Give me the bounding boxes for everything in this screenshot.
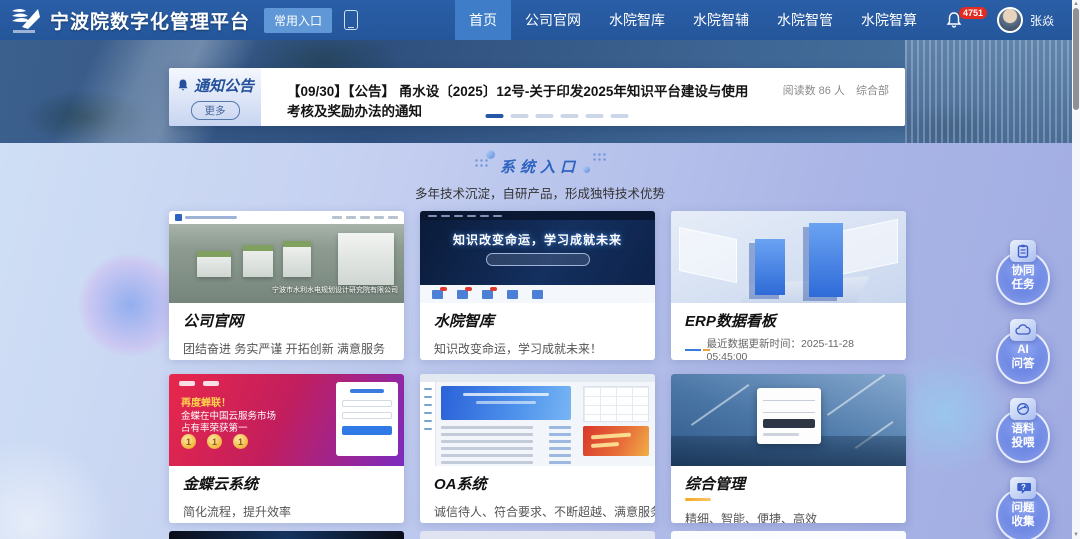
ai-cloud-icon [1010,319,1036,341]
notice-bar: 通知公告 更多 【09/30】【公告】 甬水设〔2025〕12号-关于印发202… [169,68,905,126]
issue-collect-button[interactable]: ? 问题 收集 [996,488,1050,539]
card-oa-system[interactable]: OA系统 诚信待人、符合要求、不断超越、满意服务 [420,374,655,523]
user-avatar[interactable] [997,7,1023,33]
card-erp-thumbnail [671,211,906,303]
card-company-site-thumbnail: 宁波市水利水电规划设计研究院有限公司 [169,211,404,303]
card-kingdee-cloud[interactable]: 再度蝉联！ 金蝶在中国云服务市场 占有率荣获第一 111 金蝶云系统 简化流程，… [169,374,404,523]
section-title: 系统入口 [474,156,606,177]
card-title: 综合管理 [685,473,892,494]
card-general-management-thumbnail [671,374,906,466]
card-erp-dashboard[interactable]: ERP数据看板 最近数据更新时间：2025-11-28 05:45:00 洞察经… [671,211,906,360]
nav-item-home[interactable]: 首页 [455,0,511,40]
collab-tasks-button[interactable]: 协同 任务 [996,251,1050,305]
card-kingdee-thumbnail: 再度蝉联！ 金蝶在中国云服务市场 占有率荣获第一 111 [169,374,404,466]
scrollbar-up-arrow[interactable]: ▲ [1072,0,1080,8]
notice-department: 综合部 [856,85,889,97]
carousel-dot[interactable] [561,114,579,118]
notice-meta: 阅读数 86 人 综合部 [775,82,889,98]
nav-item-zhiku[interactable]: 水院智库 [595,0,679,40]
notice-main: 【09/30】【公告】 甬水设〔2025〕12号-关于印发2025年知识平台建设… [261,68,905,126]
page-scrollbar: ▲ ▼ [1072,0,1080,539]
thumbnail-caption: 宁波市水利水电规划设计研究院有限公司 [272,285,398,295]
card-title: OA系统 [434,473,641,494]
clipboard-icon [1010,240,1036,262]
notice-panel-title: 通知公告 [194,75,254,96]
card-description: 诚信待人、符合要求、不断超越、满意服务 [434,503,641,520]
card-description: 团结奋进 务实严谨 开拓创新 满意服务 [183,340,390,357]
thumbnail-search-bar [486,253,590,266]
card-update-time: 最近数据更新时间：2025-11-28 05:45:00 [685,336,892,360]
card-description: 知识改变命运，学习成就未来！ [434,340,641,357]
hero-buildings-texture [905,40,1080,143]
scrollbar-thumb[interactable] [1073,8,1079,110]
notice-read-count: 阅读数 86 人 [783,85,845,97]
section-subtitle: 多年技术沉淀，自研产品，形成独特技术优势 [0,183,1080,202]
svg-text:?: ? [1021,483,1026,492]
portal-page: 宁波院数字化管理平台 常用入口 首页 公司官网 水院智库 水院智辅 水院智管 水… [0,0,1080,539]
medal-icons: 111 [181,434,248,449]
card-general-management[interactable]: 综合管理 精细、智能、便捷、高效 [671,374,906,523]
deco-ball-icon [486,150,495,159]
ai-qa-button[interactable]: AI 问答 [996,330,1050,384]
card-description: 精细、智能、便捷、高效 [685,510,892,523]
carousel-dot[interactable] [511,114,529,118]
thumbnail-slogan-line: 再度蝉联！ [181,394,231,409]
card-description: 简化流程，提升效率 [183,503,390,520]
main-navigation: 首页 公司官网 水院智库 水院智辅 水院智管 水院智算 [455,0,931,40]
card-title: 水院智库 [434,310,641,331]
carousel-dot[interactable] [486,114,504,118]
card-title: 公司官网 [183,310,390,331]
question-bubble-icon: ? [1010,477,1036,499]
card-zhiku[interactable]: 知识改变命运，学习成就未来 水院智库 知识改变命运，学习成就未来！ [420,211,655,360]
card-zhiku-thumbnail: 知识改变命运，学习成就未来 [420,211,655,303]
deco-dots-left [474,158,488,168]
mobile-app-icon[interactable] [344,10,358,30]
scrollbar-down-arrow[interactable]: ▼ [1072,531,1080,539]
section-header: 系统入口 多年技术沉淀，自研产品，形成独特技术优势 [0,143,1080,202]
carousel-dot[interactable] [611,114,629,118]
thumbnail-headline: 知识改变命运，学习成就未来 [420,231,655,248]
quick-entry-button[interactable]: 常用入口 [264,8,332,33]
nav-item-zhiguan[interactable]: 水院智管 [763,0,847,40]
nav-item-zhisuan[interactable]: 水院智算 [847,0,931,40]
corpus-feed-button[interactable]: 语料 投喂 [996,409,1050,463]
partial-card[interactable] [671,531,906,539]
system-entry-cards: 宁波市水利水电规划设计研究院有限公司 公司官网 团结奋进 务实严谨 开拓创新 满… [169,211,907,523]
top-nav-bar: 宁波院数字化管理平台 常用入口 首页 公司官网 水院智库 水院智辅 水院智管 水… [0,0,1080,40]
deco-dots-right [592,152,606,162]
thumbnail-login-panel [336,382,398,456]
notice-more-button[interactable]: 更多 [191,101,240,120]
card-oa-thumbnail [420,374,655,466]
feed-corpus-icon [1010,398,1036,420]
notice-left-panel: 通知公告 更多 [169,68,261,126]
main-content: 系统入口 多年技术沉淀，自研产品，形成独特技术优势 宁波市水利水电规划设计研究院… [0,143,1080,539]
notifications-button[interactable]: 4751 [945,11,963,29]
card-title-underline [685,498,711,501]
partial-card[interactable] [169,531,404,539]
carousel-dot[interactable] [536,114,554,118]
nav-item-company-site[interactable]: 公司官网 [511,0,595,40]
card-company-site[interactable]: 宁波市水利水电规划设计研究院有限公司 公司官网 团结奋进 务实严谨 开拓创新 满… [169,211,404,360]
carousel-dot[interactable] [586,114,604,118]
card-title: ERP数据看板 [685,310,892,331]
deco-ball-icon [583,166,590,173]
notification-count-badge: 4751 [959,7,987,19]
site-title: 宁波院数字化管理平台 [50,7,250,34]
notice-carousel-dots [486,114,629,118]
card-title: 金蝶云系统 [183,473,390,494]
nav-item-zhifu[interactable]: 水院智辅 [679,0,763,40]
user-name: 张焱 [1030,12,1054,29]
legend-line-icon [685,349,701,351]
announcement-bell-icon [176,78,190,92]
company-logo-icon [8,5,42,35]
partial-card[interactable] [420,531,655,539]
hero-banner: 通知公告 更多 【09/30】【公告】 甬水设〔2025〕12号-关于印发202… [0,40,1080,143]
thumbnail-slogan-line: 占有率荣获第一 [181,420,248,434]
next-row-cards-partial [169,531,907,539]
floating-action-column: 协同 任务 AI 问答 语料 投喂 ? 问题 收集 [992,243,1054,539]
thumbnail-login-dialog [757,388,821,444]
